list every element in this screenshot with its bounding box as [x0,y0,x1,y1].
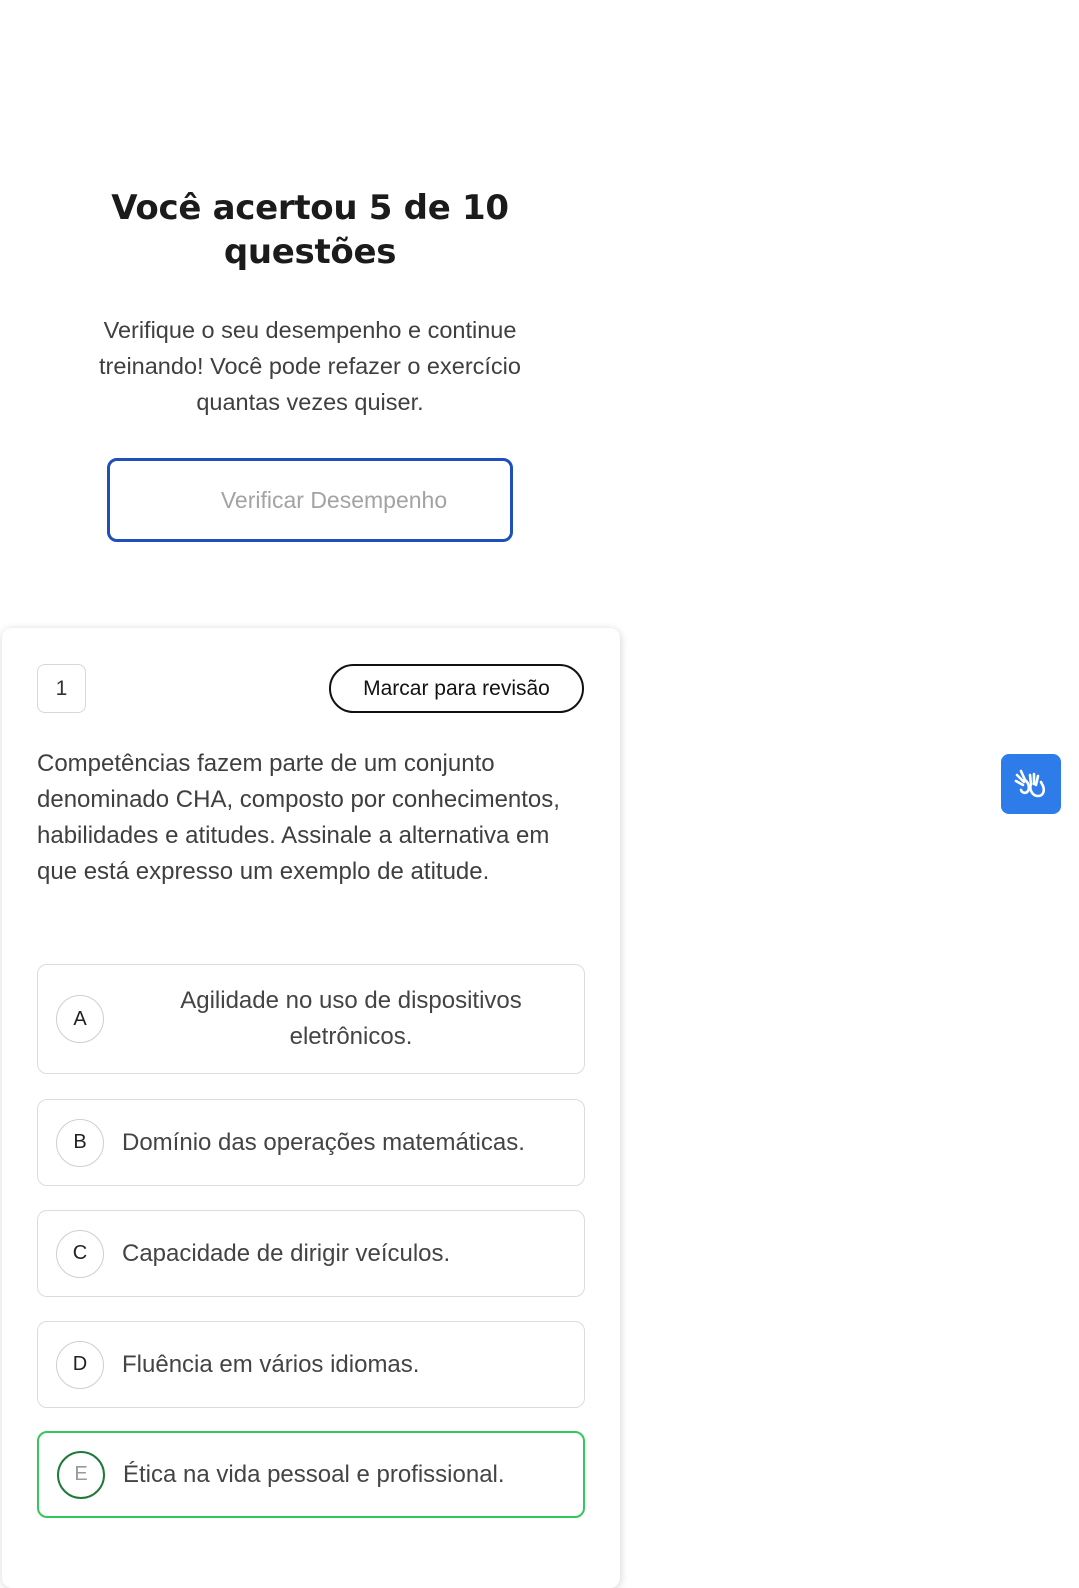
option-letter: B [56,1118,104,1167]
result-subtitle: Verifique o seu desempenho e continue tr… [99,317,521,415]
option-letter: E [57,1450,105,1499]
question-number: 1 [37,664,86,713]
option-letter: D [56,1340,104,1389]
option-d[interactable]: D Fluência em vários idiomas. [37,1321,585,1408]
sign-language-icon [1014,769,1046,798]
result-summary: Você acertou 5 de 10 questões Verifique … [40,186,580,542]
option-text: Ética na vida pessoal e profissional. [123,1460,505,1488]
option-text: Fluência em vários idiomas. [122,1350,420,1378]
option-c[interactable]: C Capacidade de dirigir veículos. [37,1210,585,1297]
question-text: Competências fazem parte de um conjunto … [37,750,560,885]
option-e-correct[interactable]: E Ética na vida pessoal e profissional. [37,1431,585,1518]
check-performance-button[interactable]: Verificar Desempenho [107,458,513,542]
option-text: Capacidade de dirigir veículos. [122,1239,451,1267]
sign-language-button[interactable] [1001,754,1061,814]
mark-for-review-button[interactable]: Marcar para revisão [329,664,584,713]
option-b[interactable]: B Domínio das operações matemáticas. [37,1099,585,1186]
option-letter: A [56,995,104,1043]
result-title: Você acertou 5 de 10 questões [111,188,509,272]
option-letter: C [56,1229,104,1278]
question-card: 1 Marcar para revisão Competências fazem… [2,628,620,1588]
option-text: Agilidade no uso de dispositivos eletrôn… [180,987,522,1050]
option-text: Domínio das operações matemáticas. [122,1128,525,1156]
option-a[interactable]: A Agilidade no uso de dispositivos eletr… [37,964,585,1074]
